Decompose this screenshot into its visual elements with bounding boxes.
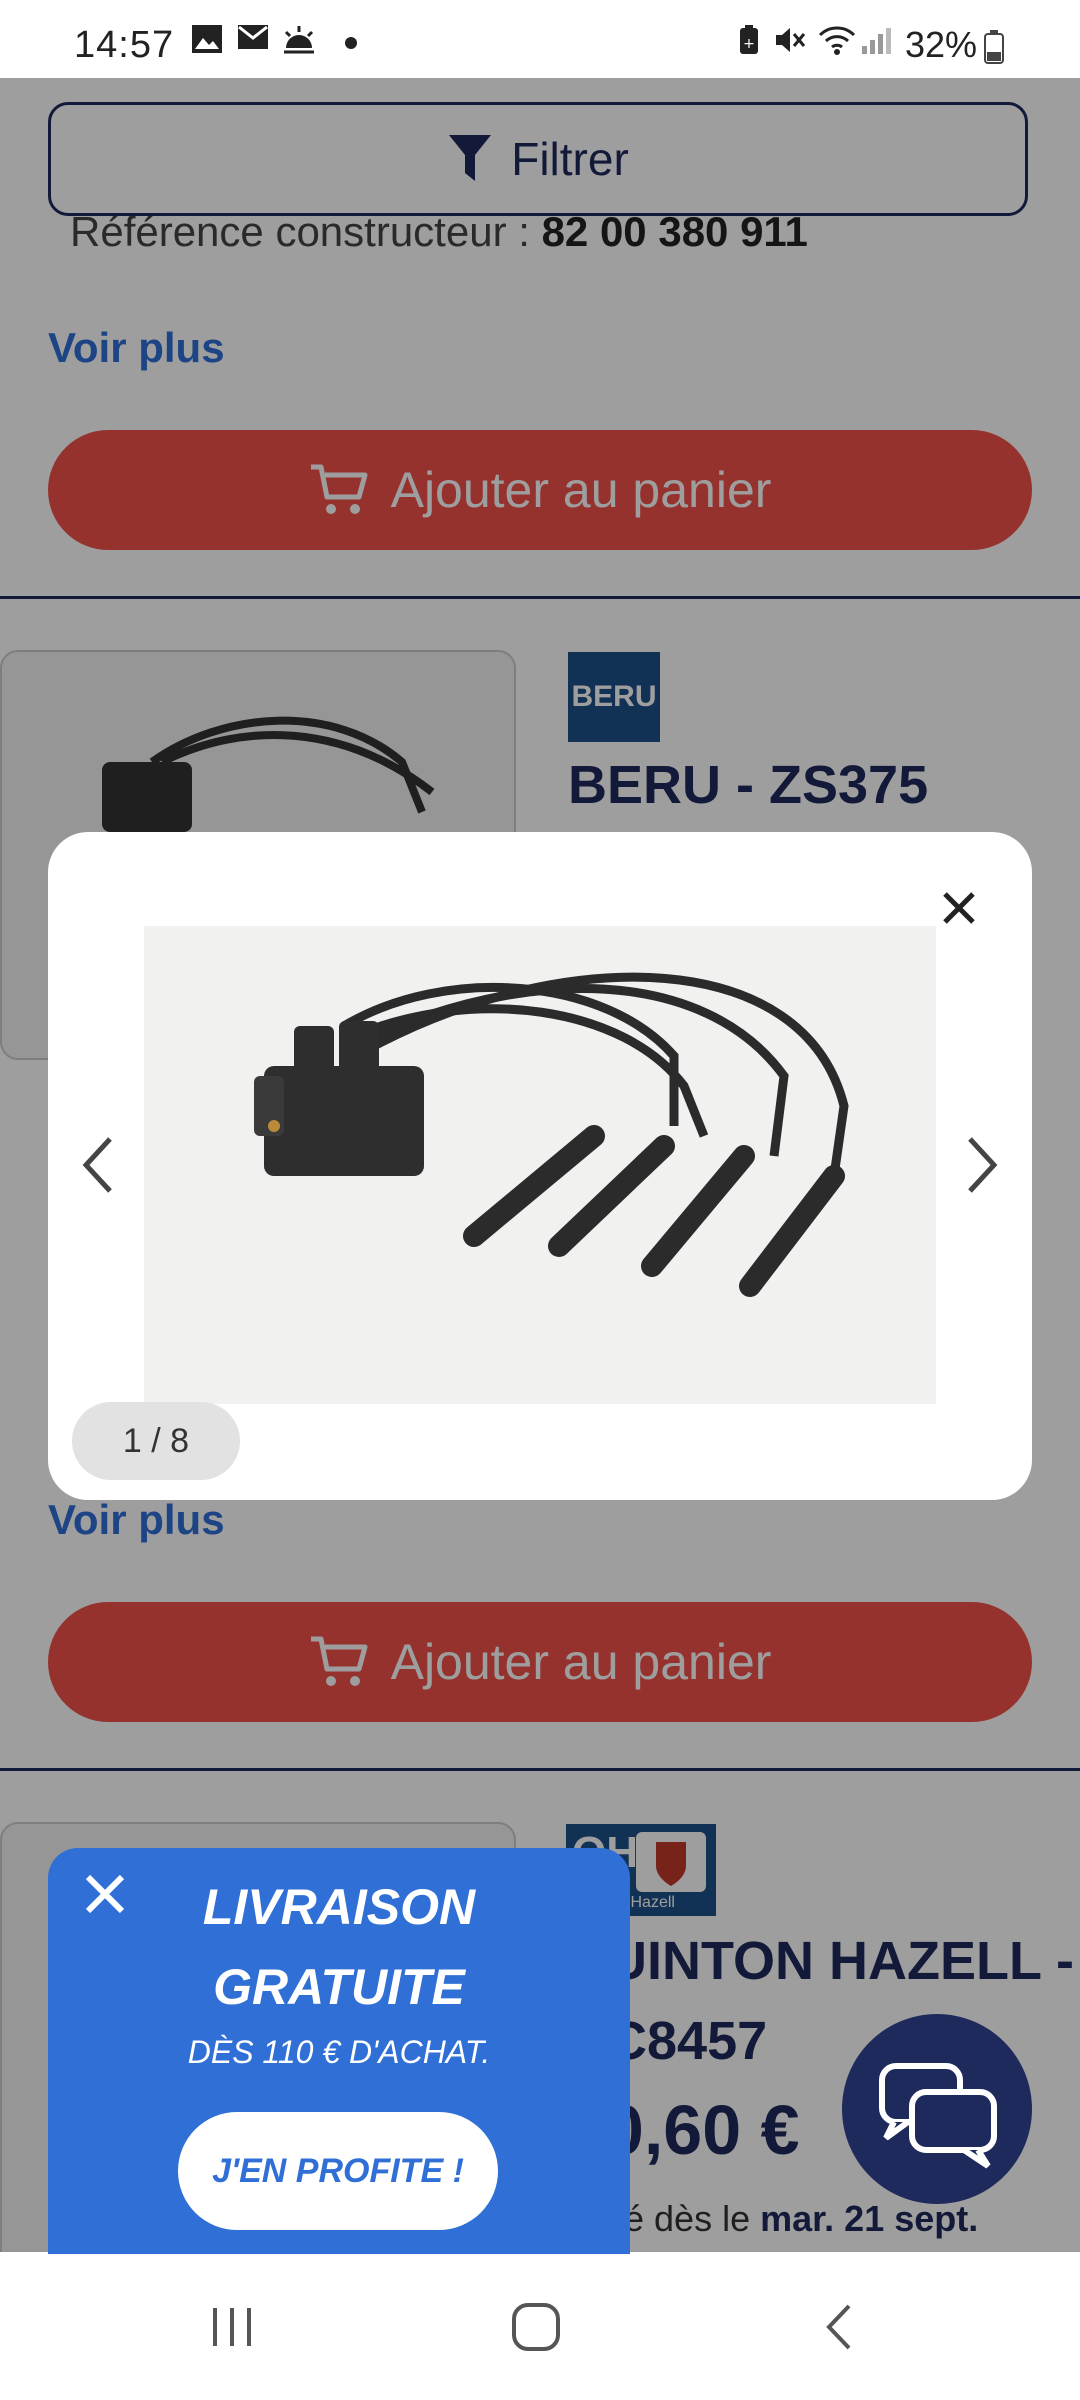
battery-icon	[984, 30, 1004, 69]
status-time: 14:57	[74, 24, 175, 66]
status-bar: 14:57 + 32%	[0, 0, 1080, 78]
free-shipping-promo: LIVRAISON GRATUITE DÈS 110 € D'ACHAT. J'…	[48, 1848, 630, 2258]
back-icon[interactable]	[798, 2292, 878, 2362]
weather-icon	[282, 24, 316, 58]
chevron-right-icon[interactable]	[952, 1128, 1012, 1208]
mail-icon	[236, 24, 270, 58]
home-icon[interactable]	[496, 2292, 576, 2362]
gallery-counter: 1 / 8	[72, 1402, 240, 1480]
chevron-left-icon[interactable]	[68, 1128, 128, 1208]
gallery-product-image	[144, 926, 936, 1404]
promo-subtitle: DÈS 110 € D'ACHAT.	[187, 2034, 491, 2070]
signal-icon	[860, 24, 894, 58]
system-nav-bar	[0, 2254, 1080, 2400]
recent-apps-icon[interactable]	[192, 2292, 272, 2362]
dot-icon	[334, 24, 368, 58]
image-gallery-modal: 1 / 8	[48, 832, 1032, 1500]
chat-button[interactable]	[842, 2014, 1032, 2204]
promo-title-line1: LIVRAISON	[202, 1879, 476, 1935]
chat-bubbles-icon	[879, 2063, 997, 2169]
svg-text:+: +	[743, 36, 755, 52]
image-icon	[190, 24, 224, 58]
promo-title-line2: GRATUITE	[213, 1959, 465, 2015]
close-icon[interactable]	[934, 884, 984, 934]
mute-icon	[772, 24, 806, 58]
battery-saver-icon: +	[732, 24, 766, 58]
promo-cta-button[interactable]: J'EN PROFITE !	[178, 2112, 498, 2230]
wifi-icon	[818, 24, 856, 58]
battery-percentage: 32%	[905, 24, 978, 65]
